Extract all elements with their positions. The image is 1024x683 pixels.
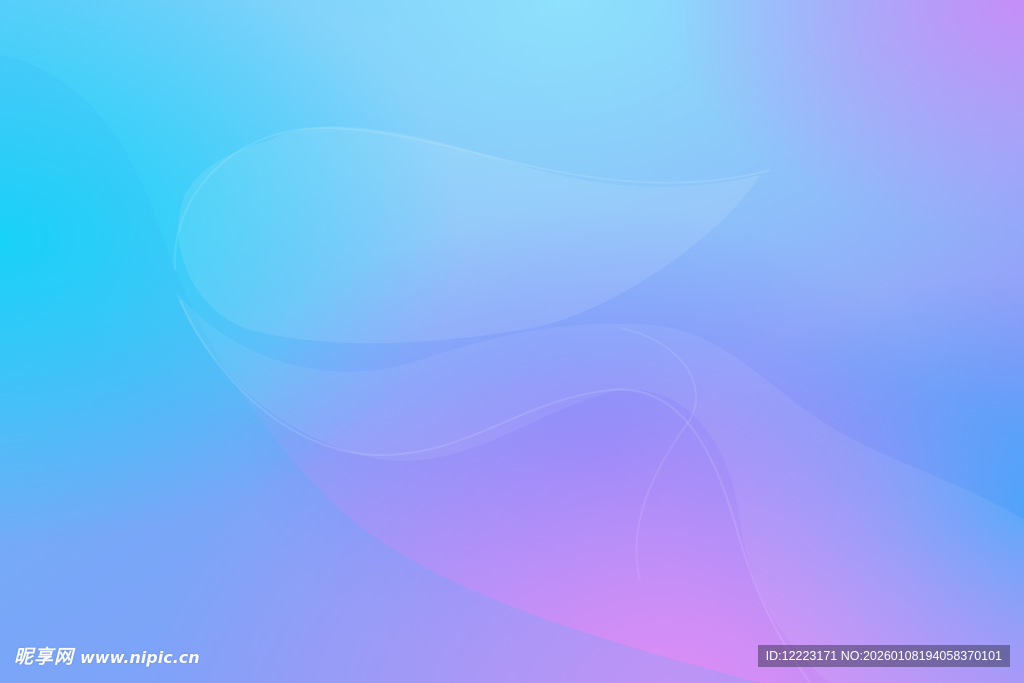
site-watermark: 昵享网 www.nipic.cn xyxy=(14,642,200,669)
image-id: ID:12223171 xyxy=(765,649,838,663)
watermark-brand: 昵享网 xyxy=(14,646,75,668)
gradient-background xyxy=(0,0,1024,683)
image-id-bar: ID:12223171 NO:20260108194058370101 xyxy=(757,645,1010,667)
image-no: NO:20260108194058370101 xyxy=(840,649,1002,663)
watermark-url: www.nipic.cn xyxy=(80,648,200,667)
